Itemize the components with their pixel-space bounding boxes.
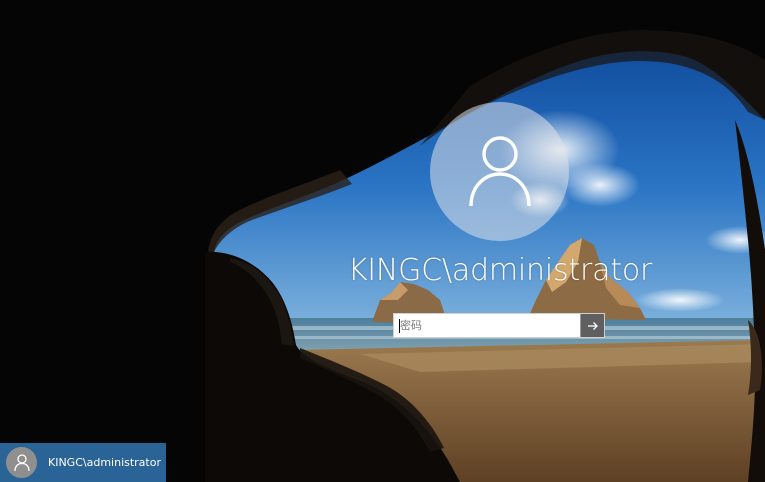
password-input[interactable] xyxy=(394,314,580,337)
user-tile-avatar xyxy=(6,447,37,478)
background-wallpaper xyxy=(0,0,765,482)
arrow-right-icon xyxy=(587,321,598,330)
username-label: KINGC\administrator xyxy=(347,253,653,288)
user-tile-label: KINGC\administrator xyxy=(48,456,161,469)
text-caret xyxy=(399,319,400,333)
user-switch-tile[interactable]: KINGC\administrator xyxy=(0,443,166,482)
submit-button[interactable] xyxy=(580,314,604,337)
lock-screen: KINGC\administrator KINGC\administrator xyxy=(0,0,765,482)
user-icon xyxy=(468,135,531,206)
password-field[interactable] xyxy=(393,313,605,338)
user-avatar xyxy=(430,102,569,241)
user-icon xyxy=(13,453,30,471)
